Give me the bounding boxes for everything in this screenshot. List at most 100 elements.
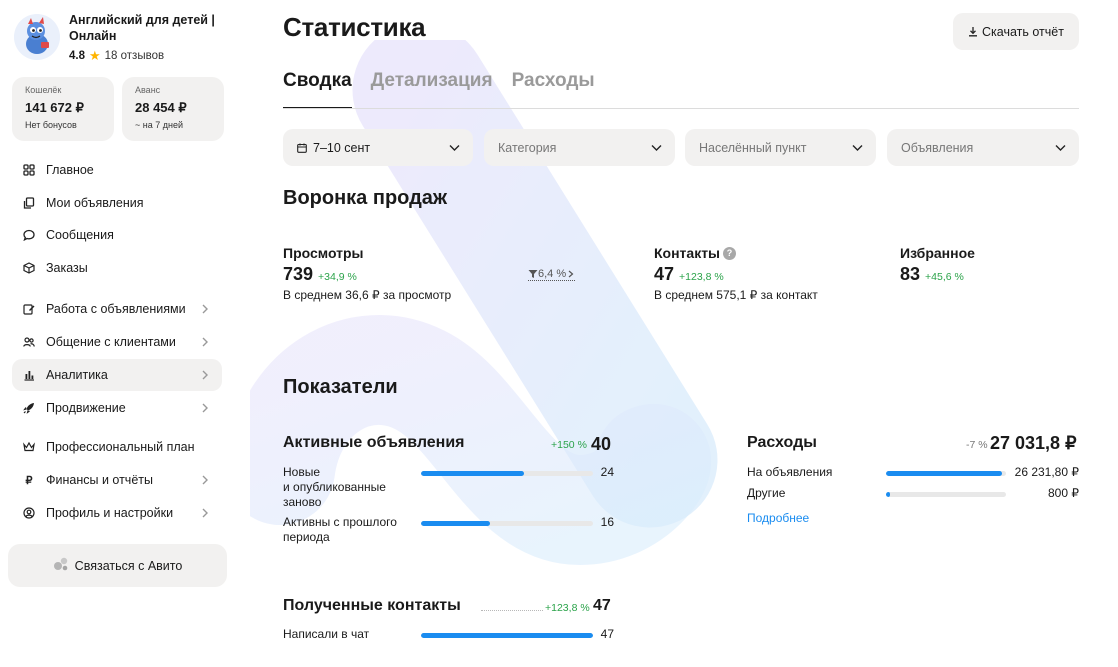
sidebar-item-label: Финансы и отчёты: [46, 473, 153, 487]
sidebar-item-label: Сообщения: [46, 228, 114, 242]
chevron-right-icon: [202, 403, 208, 413]
received-contacts-title: Полученные контакты: [283, 597, 461, 614]
sidebar-item-main[interactable]: Главное: [12, 154, 222, 186]
sidebar-item-finance[interactable]: ₽ Финансы и отчёты: [12, 464, 222, 496]
date-filter-value: 7–10 сент: [313, 140, 371, 155]
ads-filter-placeholder: Объявления: [901, 140, 974, 155]
contacts-average-cost: В среднем 575,1 ₽ за контакт: [654, 288, 818, 302]
tabs: Сводка Детализация Расходы: [283, 70, 614, 109]
sidebar: Английский для детей | Онлайн 4.8 ★ 18 о…: [0, 0, 240, 667]
expenses-ads-label: На объявления: [747, 465, 833, 479]
received-contacts-delta: +123,8 %: [545, 602, 590, 614]
shop-rating[interactable]: 4.8 ★ 18 отзывов: [69, 48, 229, 64]
reviews-count: 18 отзывов: [104, 50, 165, 62]
contact-avito-button[interactable]: Связаться с Авито: [8, 544, 227, 587]
contacts-value: 47: [654, 264, 675, 284]
chevron-down-icon: [449, 145, 460, 151]
sidebar-item-label: Продвижение: [46, 401, 126, 415]
active-ads-new-label: Новые и опубликованные заново: [283, 465, 386, 509]
date-filter[interactable]: 7–10 сент: [283, 129, 473, 166]
expenses-title: Расходы: [747, 434, 817, 451]
tab-expenses[interactable]: Расходы: [512, 70, 595, 109]
shop-avatar[interactable]: [14, 14, 60, 60]
active-ads-title: Активные объявления: [283, 434, 465, 451]
views-delta: +34,9 %: [318, 271, 357, 283]
copy-icon: [22, 196, 36, 210]
favorites-title: Избранное: [900, 245, 975, 261]
sidebar-item-orders[interactable]: Заказы: [12, 252, 222, 284]
download-icon: [969, 27, 978, 37]
page-title: Статистика: [283, 12, 426, 42]
tabs-divider: [283, 108, 1079, 109]
conversion-link[interactable]: 6,4 %: [528, 268, 576, 281]
chevron-down-icon: [651, 145, 662, 151]
shop-header[interactable]: Английский для детей | Онлайн 4.8 ★ 18 о…: [14, 12, 229, 64]
views-average-cost: В среднем 36,6 ₽ за просмотр: [283, 288, 452, 302]
advance-card[interactable]: Аванс 28 454 ₽ ~ на 7 дней: [122, 77, 224, 141]
contact-avito-label: Связаться с Авито: [74, 558, 183, 573]
edit-icon: [22, 302, 36, 316]
sidebar-item-label: Профиль и настройки: [46, 506, 174, 520]
wallet-card[interactable]: Кошелёк 141 672 ₽ Нет бонусов: [12, 77, 114, 141]
sidebar-item-client-communication[interactable]: Общение с клиентами: [12, 326, 222, 358]
expenses-more-link[interactable]: Подробнее: [747, 511, 809, 525]
views-metric: Просмотры 739 +34,9 % В среднем 36,6 ₽ з…: [283, 245, 451, 302]
contacts-title: Контакты: [654, 245, 721, 261]
sidebar-item-my-ads[interactable]: Мои объявления: [12, 187, 222, 219]
crown-icon: [22, 440, 36, 454]
ads-filter[interactable]: Объявления: [887, 129, 1079, 166]
expenses-other-label: Другие: [747, 486, 786, 500]
chat-contacts-label: Написали в чат: [283, 627, 370, 641]
city-filter[interactable]: Населённый пункт: [685, 129, 876, 166]
sidebar-item-ad-management[interactable]: Работа с объявлениями: [12, 293, 222, 325]
tab-details[interactable]: Детализация: [371, 70, 493, 109]
chevron-right-icon: [202, 508, 208, 518]
sidebar-item-pro-plan[interactable]: Профессиональный план: [12, 431, 222, 463]
received-contacts-total: 47: [593, 597, 611, 614]
sidebar-item-label: Профессиональный план: [46, 440, 195, 454]
download-report-button[interactable]: Скачать отчёт: [953, 13, 1079, 50]
active-ads-previous-value: 16: [600, 515, 614, 529]
rating-value: 4.8: [69, 50, 85, 62]
views-title: Просмотры: [283, 245, 364, 261]
tab-summary[interactable]: Сводка: [283, 70, 352, 109]
wallet-value: 141 672 ₽: [25, 100, 84, 115]
sidebar-item-promotion[interactable]: Продвижение: [12, 392, 222, 424]
active-ads-delta: +150 %: [551, 439, 587, 451]
favorites-delta: +45,6 %: [925, 271, 964, 283]
indicators-title: Показатели: [283, 376, 398, 398]
shop-name[interactable]: Английский для детей | Онлайн: [69, 12, 229, 44]
chevron-right-icon: [202, 370, 208, 380]
wallet-bonus: Нет бонусов: [25, 120, 77, 130]
expenses-total: 27 031,8 ₽: [990, 433, 1077, 453]
favorites-metric: Избранное 83 +45,6 %: [900, 245, 975, 285]
contacts-delta: +123,8 %: [679, 271, 724, 283]
ruble-icon: ₽: [25, 474, 33, 487]
expenses-other-bar-fill: [886, 492, 890, 497]
funnel-icon: [528, 270, 538, 278]
sidebar-item-label: Главное: [46, 163, 94, 177]
sidebar-item-messages[interactable]: Сообщения: [12, 219, 222, 251]
rocket-icon: [22, 401, 36, 415]
sidebar-item-label: Общение с клиентами: [46, 335, 176, 349]
active-ads-new-value: 24: [600, 465, 614, 479]
wallet-label: Кошелёк: [25, 85, 62, 95]
grid-icon: [22, 163, 36, 177]
advance-duration: ~ на 7 дней: [135, 120, 183, 130]
question-icon[interactable]: ?: [723, 246, 737, 260]
views-value: 739: [283, 264, 314, 284]
avito-bubbles-icon: [53, 556, 69, 575]
advance-label: Аванс: [135, 85, 161, 95]
users-icon: [22, 335, 36, 349]
chat-icon: [22, 228, 36, 242]
category-filter[interactable]: Категория: [484, 129, 675, 166]
active-ads-previous-bar-fill: [421, 521, 490, 526]
chart-icon: [22, 368, 36, 382]
city-filter-placeholder: Населённый пункт: [699, 140, 807, 155]
sidebar-item-label: Мои объявления: [46, 196, 144, 210]
expenses-ads-bar: [886, 471, 1006, 476]
sidebar-item-profile-settings[interactable]: Профиль и настройки: [12, 497, 222, 529]
sidebar-item-analytics[interactable]: Аналитика: [12, 359, 222, 391]
chevron-right-icon: [202, 304, 208, 314]
contacts-metric: Контакты ? 47 +123,8 % В среднем 575,1 ₽…: [654, 245, 818, 302]
